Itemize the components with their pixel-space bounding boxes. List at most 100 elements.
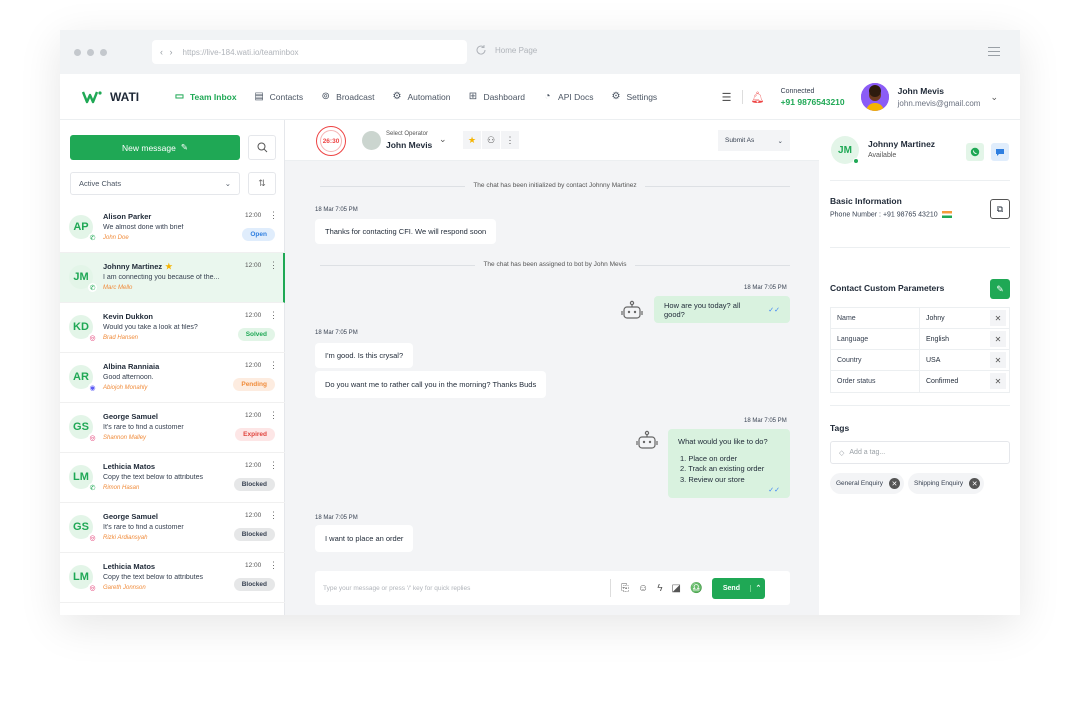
address-bar[interactable]: ‹ › https://live-184.wati.io/teaminbox bbox=[152, 40, 467, 64]
pencil-icon: ✎ bbox=[180, 142, 188, 152]
param-row: Language English ✕ bbox=[831, 329, 1009, 350]
chat-list-item[interactable]: AP ✆ Alison Parker We almost done with brie… bbox=[60, 203, 285, 253]
close-icon[interactable]: ✕ bbox=[990, 310, 1006, 326]
bell-icon[interactable]: 🔔︎ bbox=[751, 90, 765, 104]
filter-lines-icon[interactable]: ☰ bbox=[720, 90, 734, 104]
chat-time: 12:00 bbox=[245, 562, 262, 569]
user-info[interactable]: John Mevis john.mevis@gmail.com bbox=[898, 85, 981, 110]
remove-tag-icon[interactable]: ✕ bbox=[888, 478, 900, 489]
nav-dashboard[interactable]: ⊞ Dashboard bbox=[467, 91, 525, 102]
more-icon[interactable]: ⋮ bbox=[269, 461, 278, 470]
more-icon[interactable]: ⋮ bbox=[269, 361, 278, 370]
tag-input[interactable]: ◇ Add a tag... bbox=[830, 441, 1010, 464]
emoji-icon[interactable]: ☺ bbox=[638, 583, 648, 594]
menu-icon[interactable] bbox=[988, 47, 1000, 59]
conversation-tools: ★ ⚇ ⋮ bbox=[463, 131, 519, 149]
param-value[interactable]: Confirmed bbox=[920, 371, 987, 392]
nav-contacts[interactable]: ▤ Contacts bbox=[254, 91, 303, 102]
operator-select[interactable]: John Mevis bbox=[386, 140, 432, 150]
more-icon[interactable]: ⋮ bbox=[269, 511, 278, 520]
chevron-down-icon[interactable]: ⌄ bbox=[990, 92, 998, 103]
chat-filter-value: Active Chats bbox=[79, 179, 122, 188]
params-table: Name Johny ✕ Language English ✕ Country USA ✕ Ord… bbox=[830, 307, 1010, 393]
nav-label: Team Inbox bbox=[190, 91, 237, 102]
nav-broadcast[interactable]: ⊚ Broadcast bbox=[320, 91, 374, 102]
timestamp: 18 Mar 7:05 PM bbox=[744, 285, 787, 291]
bot-icon bbox=[621, 300, 643, 319]
more-icon[interactable]: ⋮ bbox=[269, 411, 278, 420]
status-badge: Blocked bbox=[233, 478, 275, 491]
chat-contact-name: Johnny Martinez ★ bbox=[103, 262, 172, 271]
more-icon[interactable]: ⋮ bbox=[269, 211, 278, 220]
basic-info-title: Basic Information bbox=[830, 196, 902, 206]
sticker-icon[interactable]: ◪ bbox=[672, 583, 681, 594]
logo[interactable]: WATI bbox=[82, 90, 162, 104]
chat-filter-select[interactable]: Active Chats ⌄ bbox=[70, 172, 240, 195]
messenger-button[interactable] bbox=[991, 143, 1009, 161]
send-label: Send bbox=[712, 584, 752, 592]
more-icon[interactable]: ⋮ bbox=[501, 131, 519, 149]
submit-as-select[interactable]: Submit As ⌄ bbox=[718, 130, 790, 151]
bot-icon bbox=[636, 430, 658, 449]
remove-tag-icon[interactable]: ✕ bbox=[969, 478, 981, 489]
chat-list-item[interactable]: KD ◎ Kevin Dukkon Would you take a look at … bbox=[60, 303, 285, 353]
attachment-icon[interactable]: ⎘ bbox=[621, 583, 629, 594]
nav-api-docs[interactable]: ◔ API Docs bbox=[542, 91, 594, 102]
nav-settings[interactable]: ⚙ Settings bbox=[610, 91, 657, 102]
new-message-button[interactable]: New message ✎ bbox=[70, 135, 240, 160]
chat-icon bbox=[996, 149, 1004, 156]
back-forward-icon[interactable]: ‹ › bbox=[160, 47, 175, 57]
chat-list-item[interactable]: GS ◎ George Samuel It's rare to find a cust… bbox=[60, 403, 285, 453]
avatar[interactable] bbox=[860, 83, 889, 111]
whatsapp-button[interactable] bbox=[966, 143, 984, 161]
param-value[interactable]: English bbox=[920, 329, 987, 349]
whatsapp-icon: ✆ bbox=[88, 283, 97, 292]
browser-bar: ‹ › https://live-184.wati.io/teaminbox H… bbox=[60, 30, 1020, 74]
message-text: What would you like to do? bbox=[678, 437, 768, 446]
close-icon[interactable]: ✕ bbox=[990, 352, 1006, 368]
phone-line: Phone Number : +91 98765 43210 bbox=[830, 211, 952, 218]
send-button[interactable]: Send ⌃ bbox=[712, 577, 766, 599]
tags-title: Tags bbox=[830, 423, 850, 433]
more-icon[interactable]: ⋮ bbox=[269, 311, 278, 320]
message-input[interactable]: Type your message or press '/' key for q… bbox=[323, 585, 610, 592]
chat-list-item[interactable]: JM ✆ Johnny Martinez ★ I am connecting you b… bbox=[60, 253, 285, 303]
chat-time: 12:00 bbox=[245, 362, 262, 369]
minimize-dot[interactable] bbox=[87, 48, 94, 56]
param-value[interactable]: Johny bbox=[920, 308, 987, 328]
nav-team-inbox[interactable]: ▭ Team Inbox bbox=[174, 91, 237, 102]
edit-params-button[interactable]: ✎ bbox=[990, 279, 1010, 299]
search-button[interactable] bbox=[248, 135, 276, 160]
nav-label: Dashboard bbox=[483, 91, 526, 102]
wati-logo-icon bbox=[82, 90, 102, 103]
users-icon[interactable]: ⚇ bbox=[482, 131, 500, 149]
close-icon[interactable]: ✕ bbox=[990, 331, 1006, 347]
chat-preview: We almost done with brief bbox=[103, 224, 184, 231]
copy-button[interactable]: ⧉ bbox=[990, 199, 1010, 219]
chat-list-item[interactable]: AR ◉ Albina Ranniaia Good afternoon. Abiojoh… bbox=[60, 353, 285, 403]
star-icon[interactable]: ★ bbox=[463, 131, 481, 149]
more-icon[interactable]: ⋮ bbox=[269, 561, 278, 570]
contact-panel: JM Johnny Martinez Available Basic Infor… bbox=[819, 120, 1020, 615]
chevron-down-icon[interactable]: ⌄ bbox=[439, 134, 447, 145]
sort-button[interactable]: ⇅ bbox=[248, 172, 276, 195]
copy-icon: ⧉ bbox=[996, 203, 1004, 214]
close-dot[interactable] bbox=[74, 48, 81, 56]
lightning-icon[interactable]: ϟ bbox=[657, 583, 662, 594]
chat-list-item[interactable]: LM ✆ Lethicia Matos Copy the text below to … bbox=[60, 453, 285, 503]
instagram-icon: ◎ bbox=[88, 333, 97, 342]
maximize-dot[interactable] bbox=[100, 48, 107, 56]
message-incoming: I want to place an order bbox=[315, 525, 414, 552]
chevron-up-icon[interactable]: ⌃ bbox=[751, 584, 765, 592]
nav-automation[interactable]: ⚙ Automation bbox=[391, 91, 450, 102]
assigned-agent: Brad Hansen bbox=[103, 335, 139, 341]
chat-preview: It's rare to find a customer bbox=[103, 524, 184, 531]
more-icon[interactable]: ⋮ bbox=[269, 261, 278, 270]
bot-icon[interactable]: ♎ bbox=[690, 583, 702, 594]
chat-list-item[interactable]: GS ◎ George Samuel It's rare to find a cust… bbox=[60, 503, 285, 553]
system-message-text: The chat has been assigned to bot by Joh… bbox=[475, 261, 635, 268]
param-value[interactable]: USA bbox=[920, 350, 987, 370]
close-icon[interactable]: ✕ bbox=[990, 373, 1006, 389]
chat-list-item[interactable]: LM ◎ Lethicia Matos Copy the text below to … bbox=[60, 553, 285, 603]
reload-button[interactable]: Home Page bbox=[475, 44, 537, 56]
